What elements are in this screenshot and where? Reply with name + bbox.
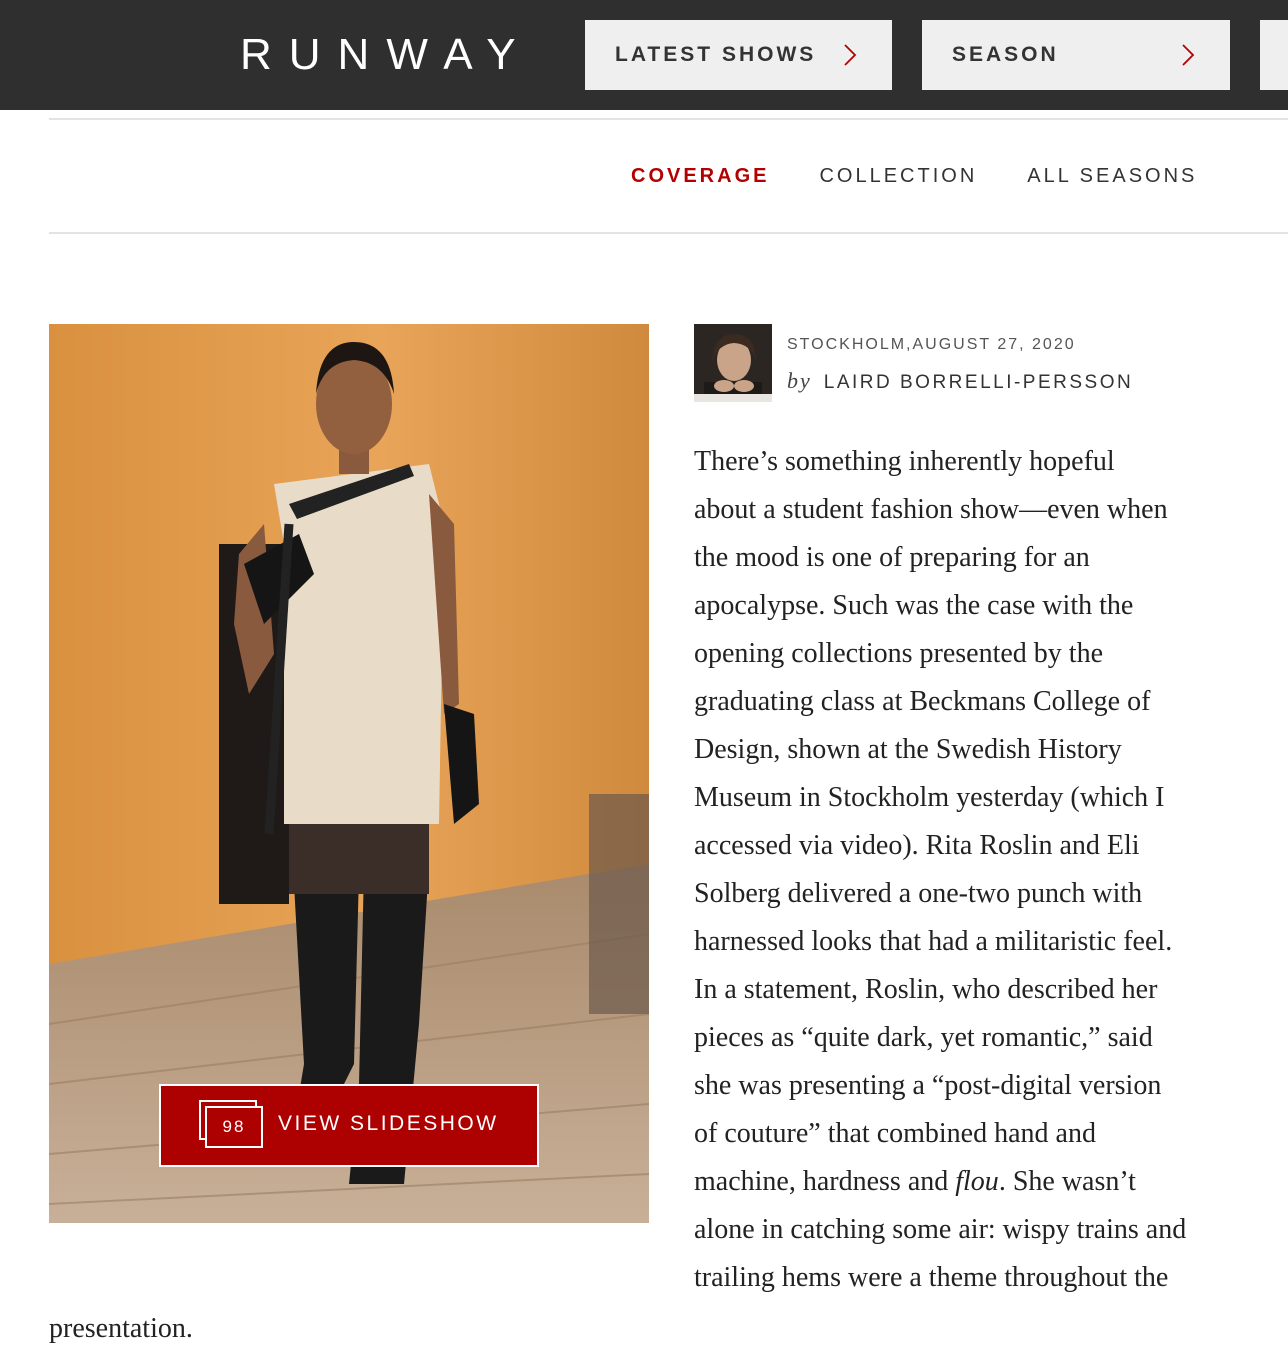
show-subnav: COVERAGE COLLECTION ALL SEASONS [631,163,1247,189]
tab-collection[interactable]: COLLECTION [819,163,977,189]
tab-all-seasons[interactable]: ALL SEASONS [1027,163,1197,189]
view-slideshow-label: VIEW SLIDESHOW [278,1112,499,1135]
article-line: apocalypse. Such was the case with the [694,590,1134,621]
byline: by LAIRD BORRELLI-PERSSON [787,368,1133,394]
article-line: Design, shown at the Swedish History [694,734,1122,765]
article-line: Museum in Stockholm yesterday (which I [694,782,1165,813]
article-line: of couture” that combined hand and [694,1118,1096,1149]
season-button[interactable]: SEASON [922,20,1230,90]
article-line: pieces as “quite dark, yet romantic,” sa… [694,1022,1153,1053]
article-text: machine, hardness and [694,1166,956,1197]
article-dateline: STOCKHOLM,AUGUST 27, 2020 [787,336,1076,353]
article-italic-text: flou [955,1166,999,1197]
slide-count: 98 [205,1106,263,1148]
latest-shows-label: LATEST SHOWS [615,43,817,66]
article-line: opening collections presented by the [694,638,1103,669]
article-body: There’s something inherently hopeful abo… [694,438,1186,1302]
next-dropdown-button-partial[interactable] [1260,20,1288,90]
site-header: RUNWAY LATEST SHOWS SEASON [0,0,1288,110]
article-line: Solberg delivered a one-two punch with [694,878,1143,909]
article-line: There’s something inherently hopeful [694,446,1115,477]
divider [49,118,1288,120]
chevron-right-icon [1182,44,1195,66]
tab-coverage[interactable]: COVERAGE [631,163,769,189]
article-line: machine, hardness and flou. She wasn’t [694,1158,1186,1206]
season-label: SEASON [952,43,1059,66]
article-line: alone in catching some air: wispy trains… [694,1214,1187,1245]
byline-by: by [787,368,812,393]
article-line: presentation. [49,1313,193,1344]
article-line: graduating class at Beckmans College of [694,686,1151,717]
article-line: accessed via video). Rita Roslin and Eli [694,830,1140,861]
article-line: In a statement, Roslin, who described he… [694,974,1158,1005]
article-line: the mood is one of preparing for an [694,542,1090,573]
view-slideshow-button[interactable]: 98 VIEW SLIDESHOW [159,1084,539,1167]
article-text: . She wasn’t [998,1166,1136,1197]
author-avatar[interactable] [694,324,772,402]
latest-shows-button[interactable]: LATEST SHOWS [585,20,892,90]
author-name-link[interactable]: LAIRD BORRELLI-PERSSON [824,372,1133,394]
article-line: about a student fashion show—even when [694,494,1168,525]
article-line: she was presenting a “post-digital versi… [694,1070,1162,1101]
article-body-continued: presentation. [49,1305,193,1353]
article-line: harnessed looks that had a militaristic … [694,926,1173,957]
chevron-right-icon [844,44,857,66]
runway-logo[interactable]: RUNWAY [240,30,533,80]
article-line: trailing hems were a theme throughout th… [694,1262,1169,1293]
divider [49,232,1288,234]
